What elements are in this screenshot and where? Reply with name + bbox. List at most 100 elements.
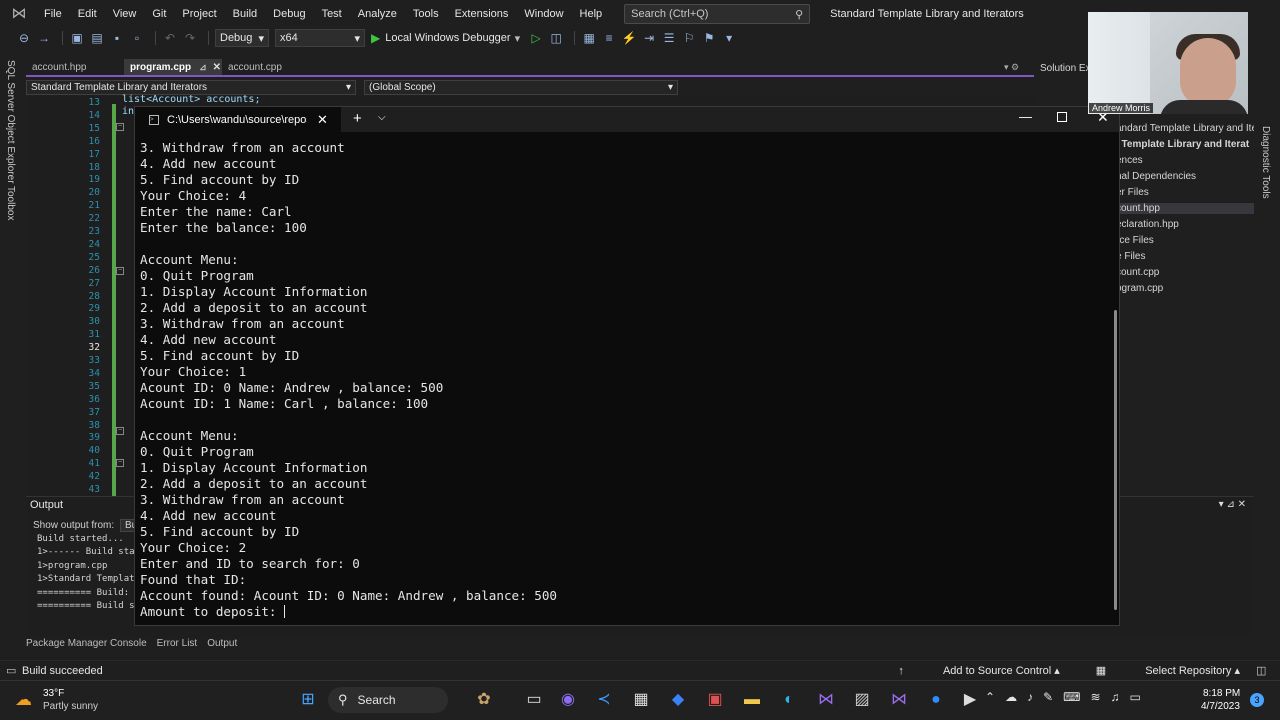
search-input[interactable]: Search (Ctrl+Q) ⚲ (624, 4, 811, 24)
bookmark-nav-icon[interactable]: ⚑ (701, 30, 717, 46)
terminal-tab[interactable]: > C:\Users\wandu\source\repos ✕ (135, 107, 341, 132)
keyboard-icon[interactable]: ⌨ (1063, 690, 1080, 704)
weather-temperature[interactable]: 33°F (43, 688, 64, 699)
platform-dropdown[interactable]: x64 ▾ (275, 29, 365, 47)
solution-tree-item[interactable]: count.cpp (1116, 267, 1159, 278)
tab-account-hpp[interactable]: account.hpp (26, 59, 124, 75)
file-explorer-icon[interactable]: ▬ (740, 688, 764, 712)
task-view-icon[interactable]: ▭ (522, 688, 546, 712)
menu-extensions[interactable]: Extensions (447, 0, 517, 28)
solution-tree-item[interactable]: eclaration.hpp (1116, 219, 1179, 230)
notification-badge[interactable]: 3 (1250, 693, 1264, 707)
overflow-icon[interactable]: ▾ (721, 30, 737, 46)
microphone-icon[interactable]: ♪ (1027, 690, 1033, 704)
weather-icon[interactable]: ☁ (15, 690, 37, 710)
edge-icon[interactable]: ◐ (777, 688, 801, 712)
tab-overflow-icon[interactable]: ▾ ⚙ (1004, 62, 1019, 73)
close-tab-icon[interactable]: ✕ (317, 112, 328, 128)
save-all-icon[interactable]: ▫ (129, 30, 145, 46)
new-project-icon[interactable]: ▣ (69, 30, 85, 46)
photos-icon[interactable]: ▨ (850, 688, 874, 712)
app-icon[interactable]: ▣ (703, 688, 727, 712)
taskbar-search[interactable]: ⚲ Search (328, 687, 448, 713)
fold-toggle-icon[interactable]: − (116, 267, 124, 275)
clock-time[interactable]: 8:18 PM (1203, 688, 1240, 699)
menu-tools[interactable]: Tools (405, 0, 447, 28)
menu-git[interactable]: Git (144, 0, 174, 28)
visual-studio-icon[interactable]: ⋈ (814, 688, 838, 712)
menu-edit[interactable]: Edit (70, 0, 105, 28)
open-folder-icon[interactable]: ▤ (89, 30, 105, 46)
panel-controls-icon[interactable]: ▾ ⊿ ✕ (1219, 499, 1246, 510)
back-icon[interactable]: ⊖ (16, 30, 32, 46)
configuration-dropdown[interactable]: Debug ▾ (215, 29, 269, 47)
pen-icon[interactable]: ✎ (1043, 690, 1053, 704)
tab-program-cpp[interactable]: program.cpp ⊿ ✕ (124, 59, 222, 75)
solution-tree-item[interactable]: er Files (1116, 187, 1149, 198)
cloud-icon[interactable]: ☁ (1005, 690, 1017, 704)
tab-account-cpp[interactable]: account.cpp (222, 59, 320, 75)
format-icon[interactable]: ≡ (601, 30, 617, 46)
diagnostic-tools-tab[interactable]: Diagnostic Tools (1260, 126, 1271, 199)
menu-build[interactable]: Build (225, 0, 265, 28)
zoom-icon[interactable]: ● (924, 688, 948, 712)
local-windows-debugger-button[interactable]: ▶ Local Windows Debugger ▾ (371, 31, 520, 45)
solution-tree-item[interactable]: rce Files (1116, 235, 1154, 246)
menu-debug[interactable]: Debug (265, 0, 313, 28)
debug-options-icon[interactable]: ◫ (548, 30, 564, 46)
terminal-icon[interactable]: ▶ (958, 688, 982, 712)
fold-toggle-icon[interactable]: − (116, 427, 124, 435)
terminal-scrollbar[interactable] (1114, 310, 1117, 610)
solution-tree-item[interactable]: l Template Library and Iterat (1116, 139, 1249, 150)
visual-studio-active-icon[interactable]: ⋈ (887, 688, 911, 712)
bookmark-icon[interactable]: ⚐ (681, 30, 697, 46)
minimize-icon[interactable]: — (1019, 109, 1032, 124)
forward-icon[interactable]: → (36, 30, 52, 46)
terminal-window[interactable]: > C:\Users\wandu\source\repos ✕ + ⌵ — ✕ … (134, 106, 1120, 626)
battery-icon[interactable]: ▭ (1130, 690, 1141, 704)
comment-icon[interactable]: ☰ (661, 30, 677, 46)
show-hidden-icons-icon[interactable]: ⌃ (985, 690, 995, 704)
scope-dropdown[interactable]: (Global Scope) ▾ (364, 79, 678, 95)
toolbox-tab[interactable]: Toolbox (5, 186, 16, 220)
menu-file[interactable]: File (36, 0, 70, 28)
close-icon[interactable]: ✕ (213, 62, 221, 73)
start-icon[interactable]: ⊞ (296, 688, 320, 712)
clock-date[interactable]: 4/7/2023 (1201, 701, 1240, 712)
solution-tree-item[interactable]: count.hpp (1116, 203, 1254, 214)
fold-toggle-icon[interactable]: − (116, 459, 124, 467)
tab-error-list[interactable]: Error List (157, 638, 198, 654)
teams-chat-icon[interactable]: ◉ (556, 688, 580, 712)
redo-icon[interactable]: ↷ (182, 30, 198, 46)
wifi-icon[interactable]: ≋ (1090, 690, 1100, 704)
menu-help[interactable]: Help (572, 0, 611, 28)
solution-tree-item[interactable]: andard Template Library and Ite (1116, 123, 1257, 134)
chevron-down-icon[interactable]: ⌵ (378, 112, 386, 123)
tab-output[interactable]: Output (207, 638, 237, 654)
menu-analyze[interactable]: Analyze (350, 0, 405, 28)
start-without-debugging-icon[interactable]: ▷ (528, 30, 544, 46)
hot-reload-icon[interactable]: ⚡ (621, 30, 637, 46)
menu-project[interactable]: Project (174, 0, 224, 28)
project-dropdown[interactable]: Standard Template Library and Iterators ▾ (26, 79, 356, 95)
undo-icon[interactable]: ↶ (162, 30, 178, 46)
step-icon[interactable]: ⇥ (641, 30, 657, 46)
fold-toggle-icon[interactable]: − (116, 123, 124, 131)
solution-tree-item[interactable]: e Files (1116, 251, 1145, 262)
add-to-source-control-button[interactable]: ↑ Add to Source Control ▴ (898, 664, 1059, 677)
solution-tree-item[interactable]: ences (1116, 155, 1143, 166)
select-repository-button[interactable]: ▦ Select Repository ▴ (1096, 664, 1240, 677)
menu-view[interactable]: View (105, 0, 145, 28)
sql-server-object-explorer-tab[interactable]: SQL Server Object Explorer (5, 60, 16, 184)
solution-tree-item[interactable]: ogram.cpp (1116, 283, 1163, 294)
widget-icon[interactable]: ✿ (472, 688, 496, 712)
new-tab-icon[interactable]: + (353, 110, 362, 127)
vscode-icon[interactable]: ≺ (592, 688, 616, 712)
tab-package-manager-console[interactable]: Package Manager Console (26, 638, 147, 654)
weather-description[interactable]: Partly sunny (43, 701, 98, 712)
store-icon[interactable]: ▦ (629, 688, 653, 712)
pin-icon[interactable]: ⊿ (199, 62, 207, 73)
save-icon[interactable]: ▪ (109, 30, 125, 46)
maximize-icon[interactable] (1057, 112, 1067, 122)
volume-icon[interactable]: ♫ (1111, 690, 1120, 704)
